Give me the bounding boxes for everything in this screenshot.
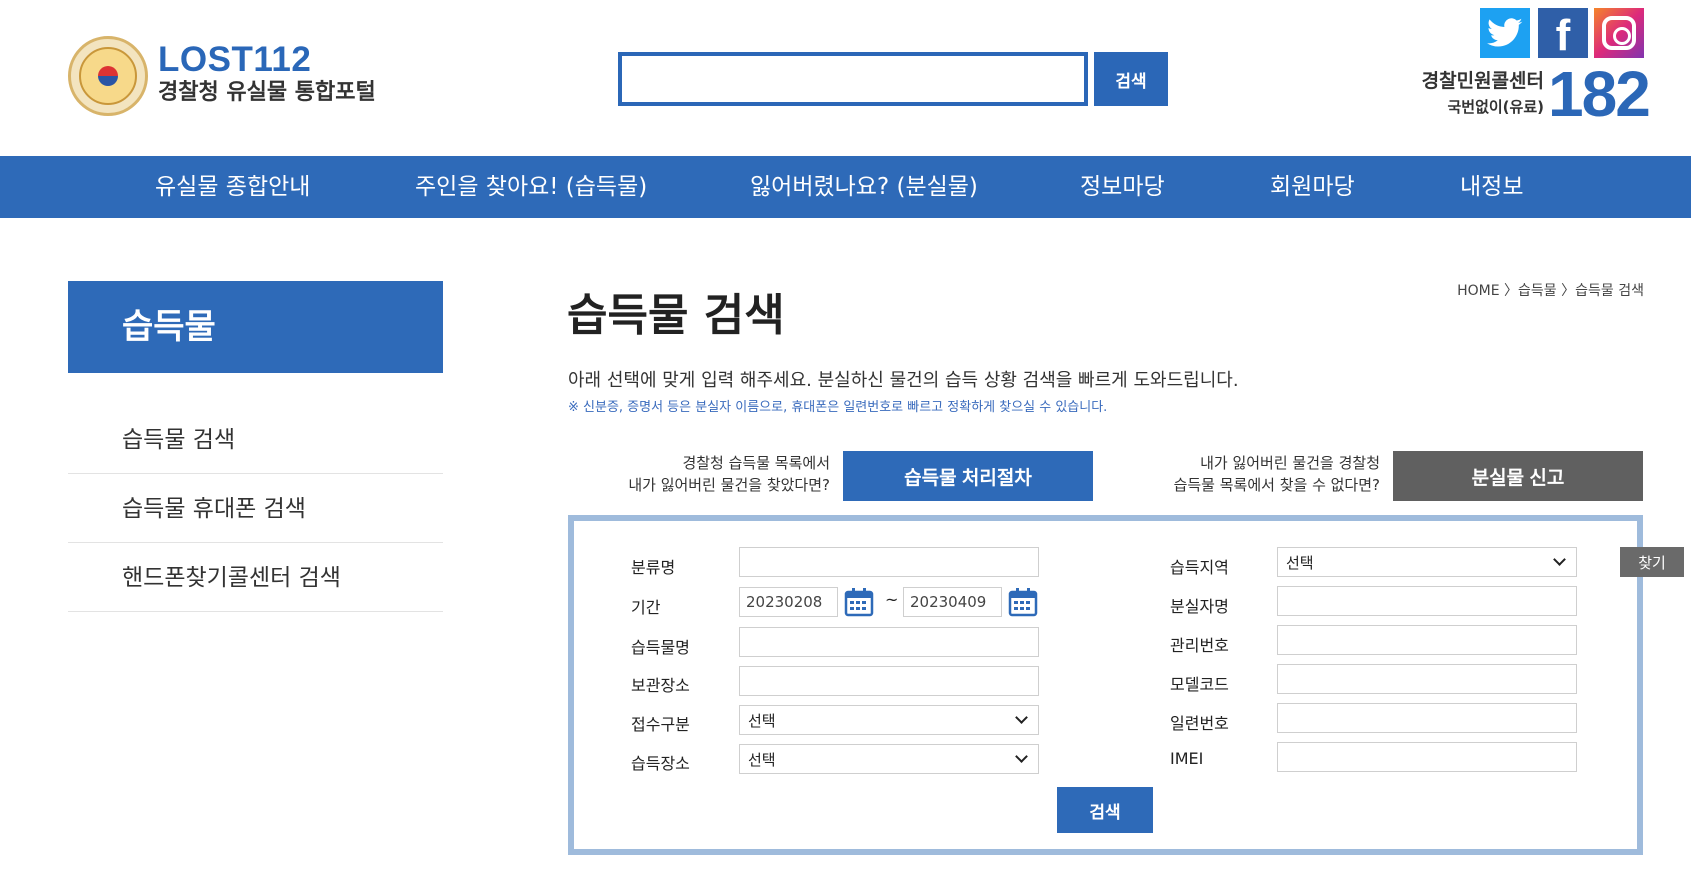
item-name-label: 습득물명	[631, 638, 690, 657]
guide-right-line1: 내가 잃어버린 물건을 경찰청	[1200, 454, 1380, 472]
nav-item-info[interactable]: 정보마당	[1080, 156, 1165, 218]
sidebar-item-phone-search[interactable]: 습득물 휴대폰 검색	[68, 475, 443, 543]
manage-no-input[interactable]	[1277, 625, 1577, 655]
callcenter-name: 경찰민원콜센터	[1421, 70, 1544, 92]
chevron-down-icon	[1015, 750, 1028, 763]
date-from-input[interactable]	[739, 587, 838, 617]
receipt-type-value: 선택	[748, 711, 776, 730]
sidebar-item-found-search[interactable]: 습득물 검색	[68, 406, 443, 474]
brand[interactable]: LOST112 경찰청 유실물 통합포털	[158, 42, 376, 108]
brand-subtitle: 경찰청 유실물 통합포털	[158, 80, 376, 105]
facebook-link[interactable]: f	[1538, 8, 1588, 60]
category-input[interactable]	[739, 547, 1039, 577]
header-search-input[interactable]	[622, 56, 1084, 102]
twitter-link[interactable]	[1480, 8, 1530, 58]
found-place-select[interactable]: 선택	[739, 744, 1039, 774]
guide-left-line1: 경찰청 습득물 목록에서	[682, 454, 830, 472]
model-code-label: 모델코드	[1170, 675, 1229, 694]
chevron-down-icon	[1553, 553, 1566, 566]
page-title: 습득물 검색	[567, 290, 785, 341]
owner-name-input[interactable]	[1277, 586, 1577, 616]
category-label: 분류명	[631, 558, 676, 577]
category-find-button[interactable]: 찾기	[1620, 547, 1684, 577]
nav-item-guide[interactable]: 유실물 종합안내	[155, 156, 310, 218]
breadcrumb: HOME 〉습득물 〉습득물 검색	[1457, 283, 1644, 299]
lost-report-button[interactable]: 분실물 신고	[1393, 451, 1643, 501]
callcenter-note: 국번없이(유료)	[1447, 98, 1544, 116]
storage-input[interactable]	[739, 666, 1039, 696]
nav-item-found[interactable]: 주인을 찾아요! (습득물)	[415, 156, 647, 218]
search-form: 분류명 찾기 기간 ~ 습득물명 보관장소 접수구분 선택 습득장소 선택 습득…	[568, 515, 1684, 855]
guide-right-text: 내가 잃어버린 물건을 경찰청 습득물 목록에서 찾을 수 없다면?	[1120, 452, 1380, 496]
callcenter-number: 182	[1548, 58, 1651, 130]
region-select[interactable]: 선택	[1277, 547, 1577, 577]
model-code-input[interactable]	[1277, 664, 1577, 694]
brand-title: LOST112	[158, 40, 312, 79]
manage-no-label: 관리번호	[1170, 636, 1229, 655]
page-notice: ※ 신분증, 증명서 등은 분실자 이름으로, 휴대폰은 일련번호로 빠르고 정…	[568, 400, 1108, 415]
nav-item-member[interactable]: 회원마당	[1270, 156, 1355, 218]
date-separator: ~	[885, 590, 899, 609]
guide-left-text: 경찰청 습득물 목록에서 내가 잃어버린 물건을 찾았다면?	[590, 452, 830, 496]
receipt-type-select[interactable]: 선택	[739, 705, 1039, 735]
calendar-icon[interactable]	[844, 587, 874, 617]
twitter-icon	[1487, 18, 1523, 47]
page-description: 아래 선택에 맞게 입력 해주세요. 분실하신 물건의 습득 상황 검색을 빠르…	[568, 370, 1239, 391]
found-place-label: 습득장소	[631, 754, 690, 773]
emblem-inner	[79, 47, 137, 105]
callcenter-info: 경찰민원콜센터 국번없이(유료)	[1418, 68, 1544, 120]
form-search-button[interactable]: 검색	[1057, 787, 1153, 833]
facebook-icon: f	[1555, 11, 1571, 60]
calendar-icon[interactable]	[1008, 587, 1038, 617]
period-label: 기간	[631, 598, 661, 617]
guide-left-line2: 내가 잃어버린 물건을 찾았다면?	[628, 476, 830, 494]
instagram-link[interactable]	[1594, 8, 1644, 58]
nav-item-myinfo[interactable]: 내정보	[1460, 156, 1523, 218]
sidebar-title: 습득물	[68, 281, 443, 373]
serial-no-label: 일련번호	[1170, 714, 1229, 733]
header-search-box	[618, 52, 1088, 106]
receipt-type-label: 접수구분	[631, 715, 690, 734]
region-value: 선택	[1286, 553, 1314, 572]
police-emblem-logo[interactable]	[68, 36, 148, 116]
nav-item-lost[interactable]: 잃어버렸나요? (분실물)	[750, 156, 978, 218]
owner-name-label: 분실자명	[1170, 597, 1229, 616]
taegeuk-icon	[98, 66, 118, 86]
date-to-input[interactable]	[903, 587, 1002, 617]
chevron-down-icon	[1015, 711, 1028, 724]
serial-no-input[interactable]	[1277, 703, 1577, 733]
instagram-icon	[1602, 16, 1636, 50]
process-procedure-button[interactable]: 습득물 처리절차	[843, 451, 1093, 501]
sidebar-item-callcenter-search[interactable]: 핸드폰찾기콜센터 검색	[68, 544, 443, 612]
imei-label: IMEI	[1170, 749, 1204, 768]
item-name-input[interactable]	[739, 627, 1039, 657]
found-place-value: 선택	[748, 750, 776, 769]
guide-right-line2: 습득물 목록에서 찾을 수 없다면?	[1173, 476, 1380, 494]
storage-label: 보관장소	[631, 676, 690, 695]
main-nav: 유실물 종합안내 주인을 찾아요! (습득물) 잃어버렸나요? (분실물) 정보…	[0, 156, 1691, 218]
imei-input[interactable]	[1277, 742, 1577, 772]
header-search-button[interactable]: 검색	[1094, 52, 1168, 106]
region-label: 습득지역	[1170, 558, 1229, 577]
